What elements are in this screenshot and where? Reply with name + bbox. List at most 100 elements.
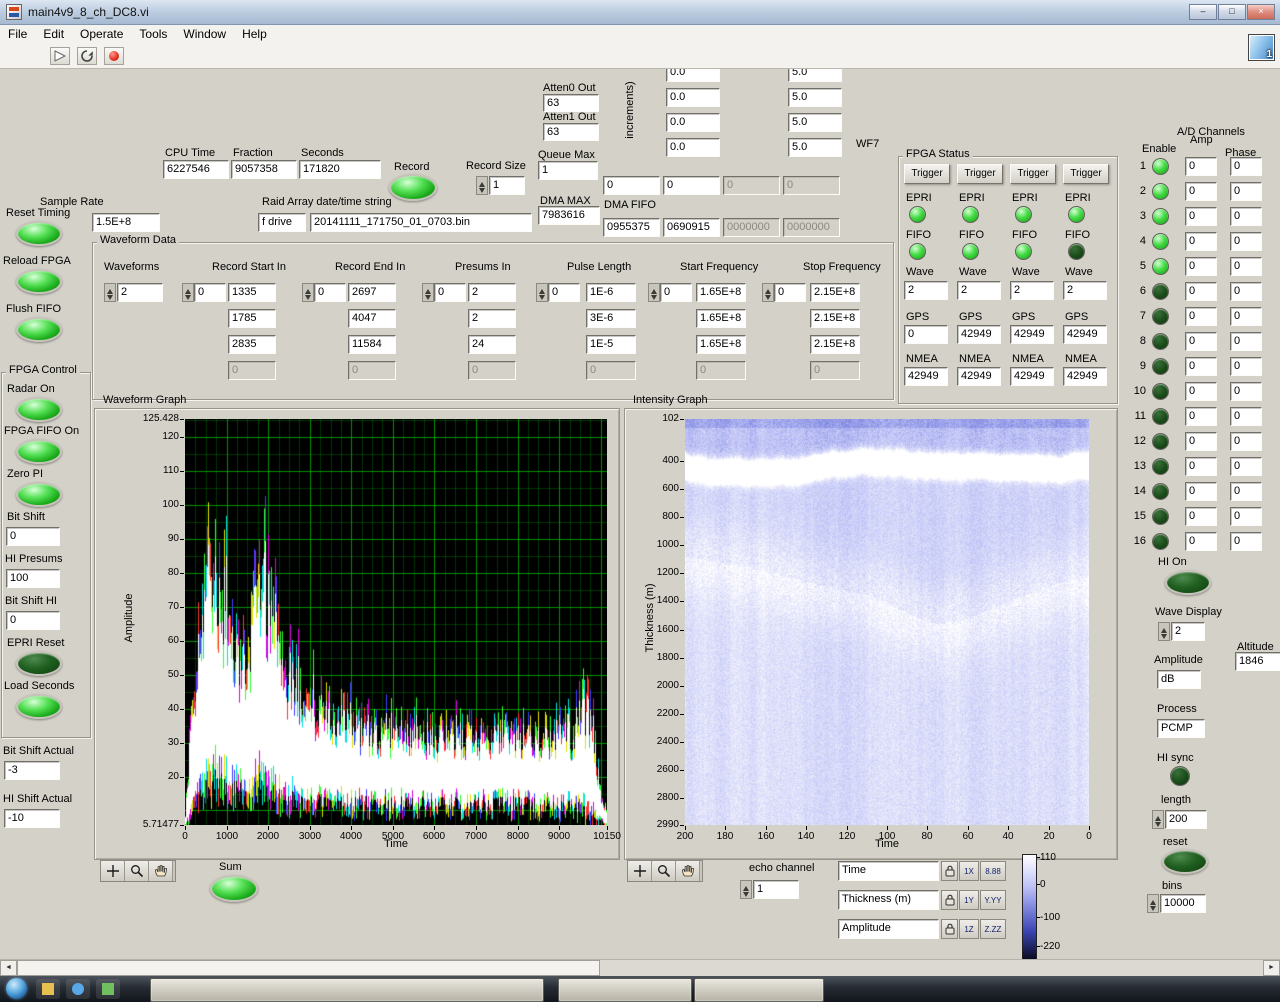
record-button[interactable]	[389, 174, 437, 201]
bins-spinner[interactable]	[1147, 894, 1159, 913]
bins-input[interactable]: 10000	[1160, 894, 1206, 913]
axis-select-1[interactable]: Thickness (m)	[838, 890, 939, 910]
menu-window[interactable]: Window	[175, 25, 234, 42]
phase-input-6[interactable]: 0	[1230, 282, 1262, 301]
maximize-button[interactable]: □	[1218, 4, 1246, 20]
pinned-app-icon[interactable]	[96, 979, 120, 999]
pulse-length-value-0[interactable]: 1E-6	[586, 283, 636, 302]
enable-led-16[interactable]	[1152, 533, 1169, 550]
start-frequency-value-1[interactable]: 1.65E+8	[696, 309, 746, 328]
phase-input-4[interactable]: 0	[1230, 232, 1262, 251]
start-frequency-index-spinner[interactable]	[648, 283, 660, 302]
stop-frequency-value-2[interactable]: 2.15E+8	[810, 335, 860, 354]
increment-col2-2[interactable]: 5.0	[788, 113, 842, 132]
enable-led-13[interactable]	[1152, 458, 1169, 475]
enable-led-9[interactable]	[1152, 358, 1169, 375]
phase-input-13[interactable]: 0	[1230, 457, 1262, 476]
pulse-length-value-3[interactable]: 0	[586, 361, 636, 380]
enable-led-1[interactable]	[1152, 158, 1169, 175]
enable-led-14[interactable]	[1152, 483, 1169, 500]
phase-input-2[interactable]: 0	[1230, 182, 1262, 201]
waveform-pan-tool-icon[interactable]	[149, 861, 173, 881]
start-frequency-value-2[interactable]: 1.65E+8	[696, 335, 746, 354]
record-start-in-value-3[interactable]: 0	[228, 361, 276, 380]
increment-col1-3[interactable]: 0.0	[666, 138, 720, 157]
autoscale-button-1[interactable]: 1Y	[959, 890, 979, 910]
record-end-in-value-3[interactable]: 0	[348, 361, 396, 380]
record-size-input[interactable]: 1	[489, 176, 525, 195]
stop-frequency-index-spinner[interactable]	[762, 283, 774, 302]
phase-input-16[interactable]: 0	[1230, 532, 1262, 551]
amp-input-16[interactable]: 0	[1185, 532, 1217, 551]
echo-channel-spinner[interactable]	[740, 880, 752, 899]
intensity-pan-tool-icon[interactable]	[676, 861, 700, 881]
amp-input-15[interactable]: 0	[1185, 507, 1217, 526]
trigger-button-4[interactable]: Trigger	[1063, 164, 1109, 184]
record-start-in-value-0[interactable]: 1335	[228, 283, 276, 302]
phase-input-3[interactable]: 0	[1230, 207, 1262, 226]
horizontal-scrollbar[interactable]: ◄ ►	[0, 959, 1280, 977]
stop-frequency-value-0[interactable]: 2.15E+8	[810, 283, 860, 302]
phase-input-14[interactable]: 0	[1230, 482, 1262, 501]
record-start-in-value-1[interactable]: 1785	[228, 309, 276, 328]
presums-in-value-3[interactable]: 0	[468, 361, 516, 380]
wave-display-spinner[interactable]	[1158, 622, 1170, 641]
hi-presums-input[interactable]: 100	[6, 569, 60, 588]
pulse-length-value-1[interactable]: 3E-6	[586, 309, 636, 328]
fpga-fifo-on-button[interactable]	[16, 439, 62, 464]
stop-frequency-index[interactable]: 0	[774, 283, 806, 302]
phase-input-9[interactable]: 0	[1230, 357, 1262, 376]
reset-button[interactable]	[1162, 849, 1208, 874]
lock-icon-2[interactable]	[941, 919, 958, 939]
format-button-1[interactable]: Y.YY	[980, 890, 1006, 910]
pulse-length-value-2[interactable]: 1E-5	[586, 335, 636, 354]
amp-input-10[interactable]: 0	[1185, 382, 1217, 401]
amp-input-14[interactable]: 0	[1185, 482, 1217, 501]
phase-input-7[interactable]: 0	[1230, 307, 1262, 326]
bit-shift-input[interactable]: 0	[6, 527, 60, 546]
pulse-length-index-spinner[interactable]	[536, 283, 548, 302]
trigger-button-2[interactable]: Trigger	[957, 164, 1003, 184]
reload-fpga-button[interactable]	[16, 269, 62, 294]
lock-icon-1[interactable]	[941, 890, 958, 910]
trigger-button-1[interactable]: Trigger	[904, 164, 950, 184]
autoscale-button-0[interactable]: 1X	[959, 861, 979, 881]
phase-input-15[interactable]: 0	[1230, 507, 1262, 526]
amp-input-9[interactable]: 0	[1185, 357, 1217, 376]
menu-help[interactable]: Help	[234, 25, 275, 42]
phase-input-10[interactable]: 0	[1230, 382, 1262, 401]
record-start-in-index[interactable]: 0	[194, 283, 226, 302]
run-button[interactable]	[50, 47, 70, 65]
waveform-zoom-tool-icon[interactable]	[125, 861, 149, 881]
record-end-in-value-1[interactable]: 4047	[348, 309, 396, 328]
wave-display-input[interactable]: 2	[1171, 622, 1205, 641]
taskbar-window-button[interactable]	[558, 978, 692, 1002]
increment-col2-1[interactable]: 5.0	[788, 88, 842, 107]
zero-pi-button[interactable]	[16, 482, 62, 507]
enable-led-11[interactable]	[1152, 408, 1169, 425]
start-frequency-value-0[interactable]: 1.65E+8	[696, 283, 746, 302]
epri-reset-button[interactable]	[16, 651, 62, 676]
menu-file[interactable]: File	[0, 25, 35, 42]
enable-led-4[interactable]	[1152, 233, 1169, 250]
flush-fifo-button[interactable]	[16, 317, 62, 342]
waveforms-spinner[interactable]	[104, 283, 116, 302]
reset-timing-button[interactable]	[16, 221, 62, 246]
axis-select-2[interactable]: Amplitude	[838, 919, 939, 939]
raid-file-path[interactable]: 20141111_171750_01_0703.bin	[310, 213, 532, 232]
taskbar-window-button[interactable]	[150, 978, 544, 1002]
menu-tools[interactable]: Tools	[131, 25, 175, 42]
axis-select-0[interactable]: Time	[838, 861, 939, 881]
run-continuous-button[interactable]	[77, 47, 97, 65]
record-end-in-index[interactable]: 0	[314, 283, 346, 302]
amp-input-2[interactable]: 0	[1185, 182, 1217, 201]
echo-channel-input[interactable]: 1	[753, 880, 799, 899]
presums-in-value-1[interactable]: 2	[468, 309, 516, 328]
stop-frequency-value-1[interactable]: 2.15E+8	[810, 309, 860, 328]
format-button-0[interactable]: 8.88	[980, 861, 1006, 881]
amp-input-7[interactable]: 0	[1185, 307, 1217, 326]
presums-in-index[interactable]: 0	[434, 283, 466, 302]
record-end-in-index-spinner[interactable]	[302, 283, 314, 302]
enable-led-7[interactable]	[1152, 308, 1169, 325]
enable-led-3[interactable]	[1152, 208, 1169, 225]
